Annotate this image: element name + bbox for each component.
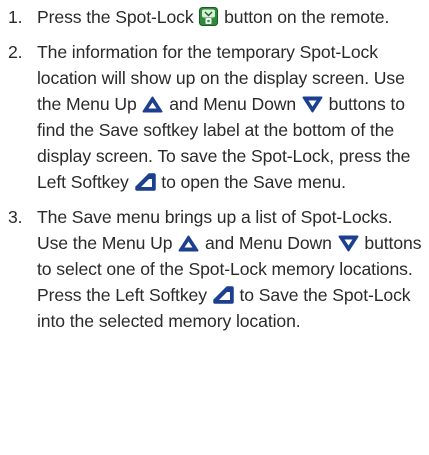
step-2: 2. The information for the temporary Spo… [8, 39, 423, 195]
step-text: Press the Spot-Lock button on the remote… [37, 4, 423, 30]
step-1: 1. Press the Spot-Lock button on the rem… [8, 4, 423, 30]
step-text-part: to open the Save menu. [156, 172, 346, 192]
step-text: The Save menu brings up a list of Spot-L… [37, 204, 423, 334]
step-3: 3. The Save menu brings up a list of Spo… [8, 204, 423, 334]
menu-up-icon [142, 96, 163, 113]
menu-down-icon [338, 235, 359, 252]
step-text-part: and Menu Down [164, 94, 301, 114]
instruction-document: 1. Press the Spot-Lock button on the rem… [0, 0, 429, 455]
step-text-part: Press the Spot-Lock [37, 7, 199, 27]
left-softkey-icon [134, 173, 156, 191]
spot-lock-icon [199, 7, 219, 26]
step-text: The information for the temporary Spot-L… [37, 39, 423, 195]
menu-down-icon [302, 96, 323, 113]
step-number: 3. [8, 207, 23, 227]
step-text-part: and Menu Down [200, 233, 337, 253]
step-number: 1. [8, 7, 23, 27]
left-softkey-icon [212, 286, 234, 304]
steps-list: 1. Press the Spot-Lock button on the rem… [8, 4, 423, 334]
menu-up-icon [178, 235, 199, 252]
step-number: 2. [8, 42, 23, 62]
step-text-part: button on the remote. [219, 7, 390, 27]
